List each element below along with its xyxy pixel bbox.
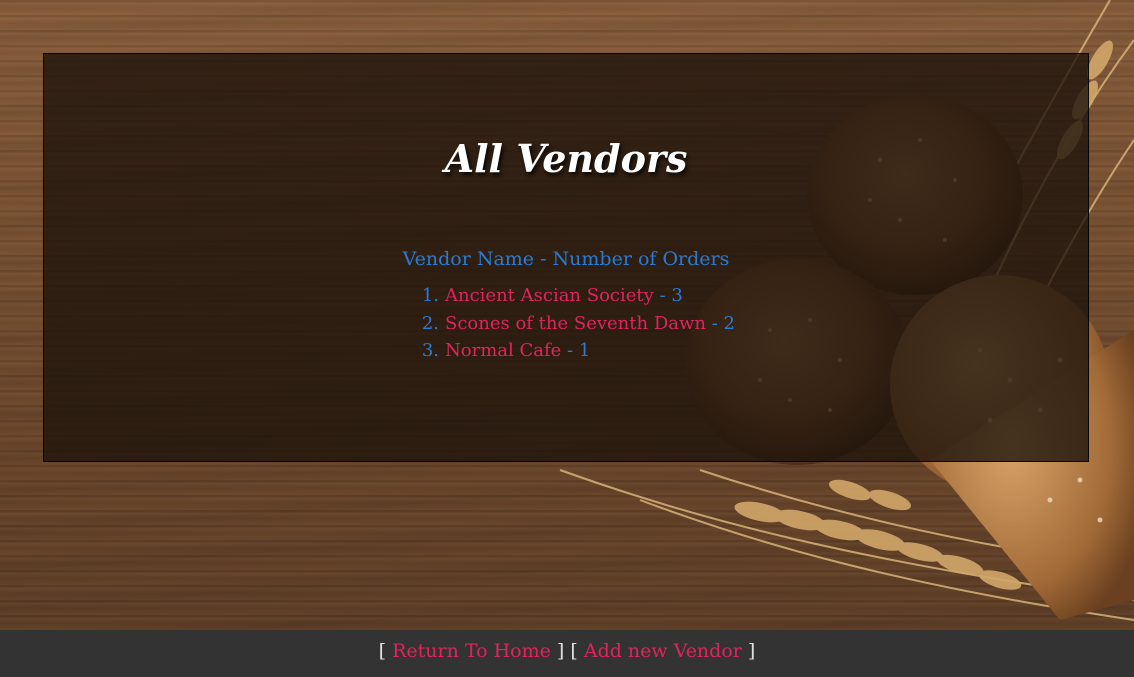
vendor-order-count: 2: [723, 312, 735, 334]
vendor-order-count: 1: [578, 340, 591, 361]
list-item-number: 2.: [421, 312, 439, 334]
vendor-order-count: 3: [671, 285, 683, 306]
vendor-link-normal-cafe[interactable]: Normal Cafe: [445, 340, 561, 361]
vendor-link-scones-of-the-seventh-dawn[interactable]: Scones of the Seventh Dawn: [445, 313, 706, 334]
footer-nav: [ Return To Home ] [ Add new Vendor ]: [0, 630, 1134, 677]
page-title: All Vendors: [444, 136, 688, 181]
list-item: 2. Scones of the Seventh Dawn - 2: [419, 310, 735, 338]
bracket-close: ]: [747, 640, 756, 662]
bracket-open: [: [570, 640, 578, 662]
list-item-separator: -: [561, 340, 579, 361]
list-item-number: 3.: [421, 340, 439, 361]
vendor-list: 1. Ancient Ascian Society - 3 2. Scones of…: [419, 282, 735, 365]
bracket-close: ]: [556, 640, 565, 662]
vendor-list-header: Vendor Name - Number of Orders: [402, 248, 730, 270]
list-item-separator: -: [705, 312, 724, 334]
add-vendor-link[interactable]: Add new Vendor: [584, 640, 742, 662]
list-item-separator: -: [653, 285, 672, 306]
vendors-panel: All Vendors Vendor Name - Number of Orde…: [43, 53, 1089, 462]
list-item-number: 1.: [421, 285, 439, 306]
vendor-link-ancient-ascian-society[interactable]: Ancient Ascian Society: [445, 285, 654, 306]
bracket-open: [: [378, 640, 387, 662]
return-home-link[interactable]: Return To Home: [392, 640, 551, 662]
list-item: 1. Ancient Ascian Society - 3: [419, 282, 735, 310]
list-item: 3. Normal Cafe - 1: [419, 337, 735, 365]
